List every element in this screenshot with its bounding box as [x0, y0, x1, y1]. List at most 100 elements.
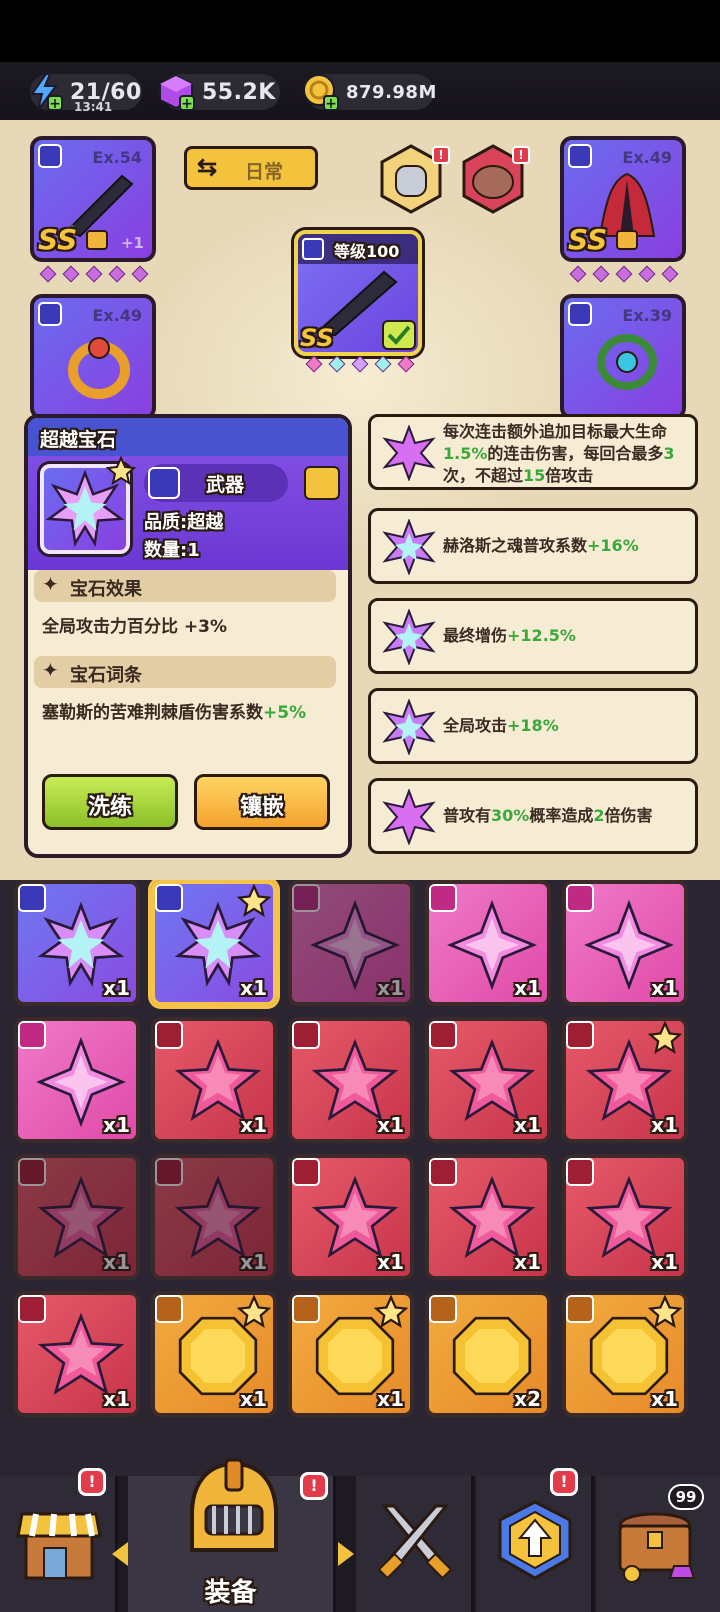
gem-type: 武器 [206, 474, 245, 496]
gem-count: x1 [103, 1250, 130, 1274]
inventory-gem-cell[interactable]: x1 [425, 880, 551, 1006]
inventory-gem-cell[interactable]: x1 [425, 1154, 551, 1280]
equipment-alert-badge: ! [300, 1472, 328, 1500]
gem-effect-text: 全局攻击力百分比 +3% [42, 617, 228, 637]
gem-count: x1 [103, 1113, 130, 1137]
refine-button[interactable]: 洗练 [42, 774, 178, 830]
unlock-icon[interactable] [304, 466, 340, 500]
inventory-gem-cell[interactable]: x1 [288, 880, 414, 1006]
affix-item: 全局攻击+18% [368, 688, 698, 764]
gem-title: 超越宝石 [40, 429, 117, 451]
inventory-gem-cell[interactable]: x1 [562, 1017, 688, 1143]
inventory-gem-cell[interactable]: x1 [151, 880, 277, 1006]
selected-weapon-card[interactable]: 等级100 SS [294, 230, 422, 356]
sparkle-icon: ✦ [42, 572, 59, 596]
star-gem-icon [37, 1175, 125, 1259]
upgrade-arrow-icon [498, 1500, 572, 1580]
nav-left-arrow-icon[interactable] [112, 1542, 128, 1566]
weapon-grade: SS [38, 223, 78, 256]
armor-equip-slot[interactable]: Ex.49 SS [560, 136, 686, 262]
slot-type-icon [155, 1158, 183, 1186]
armor-type-icon [568, 144, 592, 168]
knight-helmet-icon [190, 1458, 278, 1552]
gem-count: x1 [514, 1113, 541, 1137]
affix-text: 每次连击额外追加目标最大生命1.5%的连击伤害，每回合最多3次，不超过15倍攻击 [443, 422, 675, 485]
necklace-type-icon [568, 302, 592, 326]
daily-toggle-button[interactable]: ⇆ 日常 [184, 146, 318, 190]
sword-icon [148, 467, 180, 499]
svg-text:+: + [49, 96, 61, 112]
gem-detail-panel: 超越宝石 武器 品质:超越 数量:1 ✦ 宝石效果 全局攻击力百分比 +3% ✦… [24, 414, 352, 858]
daily-label: 日常 [245, 162, 284, 183]
purple-cube-icon: + [159, 74, 195, 112]
gem-quality: 品质:超越 [144, 512, 224, 533]
equipped-check-icon [382, 320, 416, 350]
weapon-ex-level: Ex.54 [92, 148, 142, 167]
armor-gem-sockets [569, 265, 679, 284]
inventory-gem-cell[interactable]: x1 [151, 1154, 277, 1280]
rainbow-star-icon [237, 884, 271, 917]
ring-type-icon [38, 302, 62, 326]
inventory-gem-cell[interactable]: x1 [288, 1291, 414, 1417]
nav-equipment-label: 装备 [204, 1578, 257, 1608]
slot-type-icon [292, 884, 320, 912]
slot-type-icon [18, 1158, 46, 1186]
affix-text: 普攻有30%概率造成2倍伤害 [443, 806, 653, 825]
gold-coin-icon: + [303, 74, 339, 112]
transcend-gem-icon [382, 699, 436, 755]
gem-count: x1 [651, 976, 678, 1000]
energy-timer: 13:41 [74, 100, 113, 114]
inventory-gem-cell[interactable]: x1 [14, 880, 140, 1006]
inventory-gem-cell[interactable]: x1 [151, 1017, 277, 1143]
lock-icon [86, 230, 108, 250]
gem-count: x1 [377, 1250, 404, 1274]
rainbow-star-icon [648, 1295, 682, 1328]
crossed-swords-icon [377, 1504, 453, 1580]
necklace-equip-slot[interactable]: Ex.39 [560, 294, 686, 420]
inventory-gem-cell[interactable]: x1 [14, 1291, 140, 1417]
nav-right-arrow-icon[interactable] [338, 1542, 354, 1566]
inlay-button[interactable]: 镶嵌 [194, 774, 330, 830]
gem-inventory-grid: x1 x1 x1 x1 x1 x1 x1 x1 x1 x1 x1 x1 x1 x1 x1 x1 x1 x1 x2 x1 [0, 880, 720, 1476]
lightning-icon: + [30, 73, 63, 112]
pink-diamond-gem-icon [310, 900, 400, 990]
sparkle-icon: ✦ [42, 658, 59, 682]
ring-ex-level: Ex.49 [92, 306, 142, 325]
inventory-gem-cell[interactable]: x1 [562, 1154, 688, 1280]
gem-counter[interactable]: + 55.2K [159, 74, 280, 112]
shop-icon [16, 1512, 102, 1580]
weapon-grade: SS [300, 324, 334, 352]
weapon-level: 等级100 [334, 242, 400, 261]
nav-battle[interactable] [356, 1476, 474, 1612]
inventory-gem-cell[interactable]: x1 [562, 1291, 688, 1417]
gem-preview [40, 456, 136, 554]
gem-affix-text: 塞勒斯的苦难荆棘盾伤害系数+5% [42, 703, 307, 723]
affix-text: 最终增伤+12.5% [443, 626, 576, 645]
gem-count: x1 [377, 1387, 404, 1411]
shop-alert-badge: ! [78, 1468, 106, 1496]
nav-shop[interactable] [0, 1476, 118, 1612]
inventory-gem-cell[interactable]: x1 [425, 1017, 551, 1143]
inventory-gem-cell[interactable]: x1 [151, 1291, 277, 1417]
inventory-gem-cell[interactable]: x1 [14, 1154, 140, 1280]
gold-counter[interactable]: + 879.98M [303, 74, 436, 112]
weapon-equip-slot[interactable]: Ex.54 SS +1 [30, 136, 156, 262]
weapon-gem-sockets [39, 265, 149, 284]
nav-upgrade[interactable] [476, 1476, 594, 1612]
gem-count: x1 [377, 1113, 404, 1137]
affix-item: 普攻有30%概率造成2倍伤害 [368, 778, 698, 854]
gem-value: 55.2K [202, 80, 276, 105]
inventory-gem-cell[interactable]: x2 [425, 1291, 551, 1417]
upgrade-alert-badge: ! [550, 1468, 578, 1496]
system-status-bar [0, 0, 720, 62]
inventory-gem-cell[interactable]: x1 [562, 880, 688, 1006]
purple-gem-icon [382, 425, 436, 481]
ring-equip-slot[interactable]: Ex.49 [30, 294, 156, 420]
inventory-gem-cell[interactable]: x1 [288, 1017, 414, 1143]
rainbow-star-icon [106, 456, 136, 486]
sword-icon [38, 144, 62, 168]
inventory-gem-cell[interactable]: x1 [288, 1154, 414, 1280]
inventory-gem-cell[interactable]: x1 [14, 1017, 140, 1143]
gem-count: x1 [651, 1387, 678, 1411]
helmet-alert-badge: ! [432, 146, 450, 164]
